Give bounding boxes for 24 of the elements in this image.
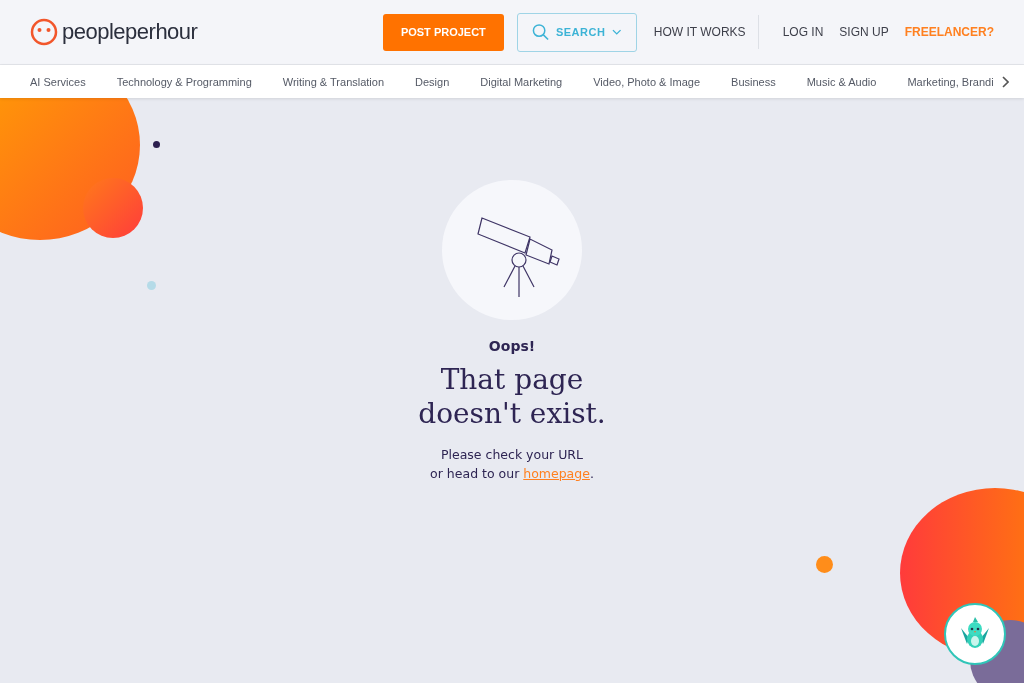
decorative-dot — [816, 556, 833, 573]
decorative-blob — [83, 178, 143, 238]
category-link[interactable]: Music & Audio — [806, 75, 877, 88]
category-link[interactable]: Video, Photo & Image — [593, 75, 701, 88]
logo-wordmark[interactable]: peopleperhour — [62, 19, 198, 45]
category-link[interactable]: Design — [415, 75, 450, 88]
category-link[interactable]: Writing & Translation — [282, 75, 385, 88]
error-kicker: Oops! — [488, 338, 536, 354]
chevron-right-icon[interactable] — [1000, 75, 1009, 88]
nav-link[interactable]: LOG IN — [782, 25, 824, 39]
category-link[interactable]: AI Services — [30, 75, 86, 88]
search-icon — [531, 23, 549, 41]
caret-icon — [612, 29, 622, 35]
smiley-logo-icon[interactable] — [30, 18, 58, 46]
category-link[interactable]: Digital Marketing — [480, 75, 563, 88]
decorative-dot — [147, 281, 156, 290]
category-link[interactable]: Business — [731, 75, 776, 88]
error-heading: That page doesn't exist. — [418, 363, 606, 431]
nav-link[interactable]: HOW IT WORKS — [653, 25, 746, 39]
error-message: Please check your URL or head to our homepage. — [430, 446, 594, 483]
category-link[interactable]: Marketing, Brandi — [907, 75, 994, 88]
nav-link[interactable]: SIGN UP — [839, 25, 889, 39]
decorative-dot — [153, 141, 160, 148]
category-link[interactable]: Technology & Programming — [116, 75, 252, 88]
